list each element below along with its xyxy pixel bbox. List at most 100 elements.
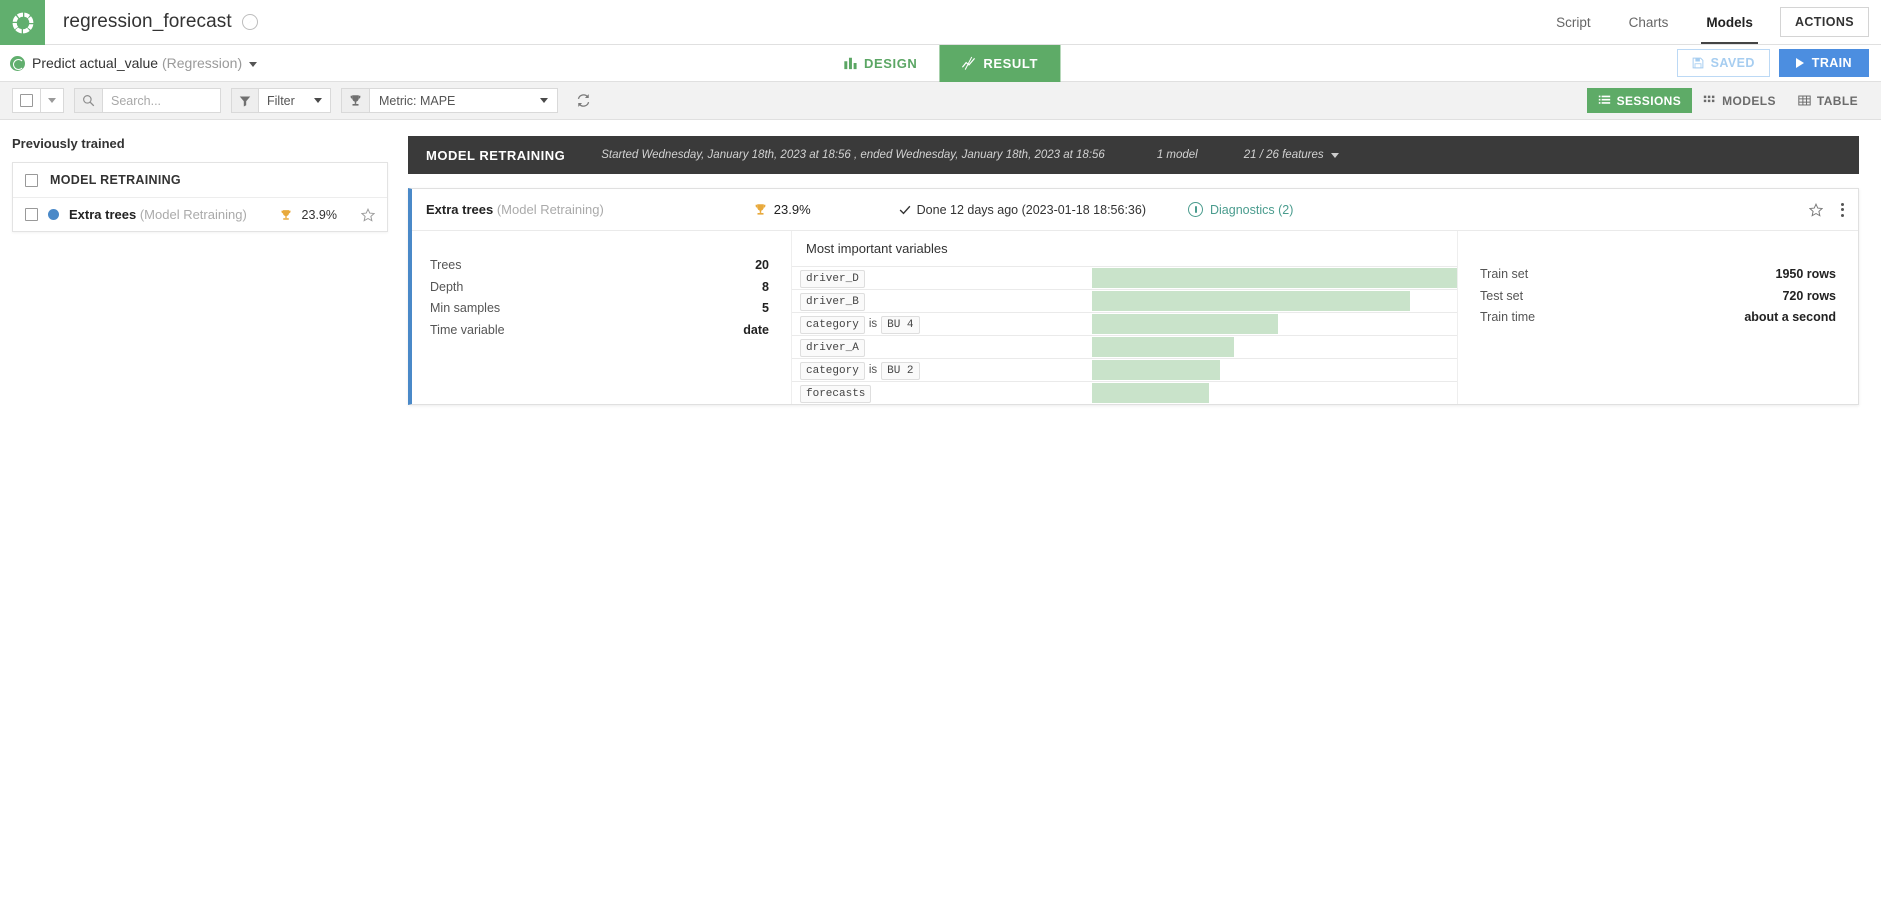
actions-button[interactable]: ACTIONS [1780, 7, 1869, 37]
view-models[interactable]: MODELS [1692, 88, 1787, 113]
session-banner-features-label: 21 / 26 features [1244, 149, 1324, 161]
param-value: 5 [762, 298, 769, 320]
list-item[interactable]: Extra trees (Model Retraining) 23.9% [13, 198, 387, 231]
operator-text: is [869, 364, 877, 376]
trophy-icon [349, 94, 362, 107]
view-sessions[interactable]: SESSIONS [1587, 88, 1693, 113]
prediction-task-icon [10, 56, 25, 71]
design-icon [843, 56, 857, 70]
filter-dropdown[interactable]: Filter [259, 88, 331, 113]
refresh-button[interactable] [576, 93, 591, 108]
importance-label: driver_A [792, 336, 1092, 359]
importance-row: driver_A [792, 336, 1457, 359]
importance-bar [1092, 337, 1234, 356]
importance-bar-cell [1092, 290, 1457, 313]
top-navigation: Script Charts Models ACTIONS [1537, 0, 1881, 44]
stat-row: Train set 1950 rows [1480, 264, 1836, 286]
model-card-name-text: Extra trees [426, 202, 493, 217]
funnel-icon [239, 95, 251, 107]
predict-type: (Regression) [162, 55, 242, 71]
tab-models[interactable]: Models [1687, 0, 1772, 44]
feature-chip: driver_D [800, 270, 865, 288]
predict-target: Predict actual_value [32, 55, 158, 71]
predict-selector[interactable]: Predict actual_value (Regression) [0, 55, 257, 71]
param-key: Trees [430, 255, 462, 277]
diagnostics-icon [1188, 202, 1203, 217]
session-header[interactable]: MODEL RETRAINING [13, 163, 387, 198]
stat-row: Test set 720 rows [1480, 286, 1836, 308]
view-table[interactable]: TABLE [1787, 88, 1869, 113]
tab-design[interactable]: DESIGN [821, 45, 939, 82]
stat-value: 1950 rows [1776, 264, 1836, 286]
feature-chip: category [800, 316, 865, 334]
model-card-session-text: (Model Retraining) [497, 202, 604, 217]
design-result-tabs: DESIGN RESULT [821, 45, 1060, 82]
view-sessions-label: SESSIONS [1617, 94, 1682, 108]
saved-button[interactable]: SAVED [1677, 49, 1770, 77]
chevron-down-icon [48, 98, 56, 103]
tab-result-label: RESULT [983, 56, 1038, 71]
search-group: Search... [74, 88, 221, 113]
importance-bar [1092, 314, 1278, 333]
diagnostics-label: Diagnostics (2) [1210, 203, 1293, 217]
model-card-body: Trees 20 Depth 8 Min samples 5 Time vari… [412, 231, 1858, 404]
importance-row: driver_D [792, 267, 1457, 290]
app-logo[interactable] [0, 0, 45, 45]
result-icon [961, 56, 976, 71]
model-color-dot [48, 209, 59, 220]
chevron-down-icon [249, 62, 257, 67]
tab-script-label: Script [1556, 15, 1591, 30]
main-content: Previously trained MODEL RETRAINING Extr… [0, 120, 1881, 903]
importance-row: categoryisBU 4 [792, 313, 1457, 336]
feature-chip: category [800, 362, 865, 380]
select-all-dropdown[interactable] [41, 88, 64, 113]
dataiku-logo-icon [10, 10, 36, 36]
model-checkbox-icon[interactable] [25, 208, 38, 221]
search-placeholder-text: Search... [111, 94, 161, 108]
search-input[interactable]: Search... [103, 88, 221, 113]
session-banner-title: MODEL RETRAINING [426, 148, 565, 163]
trophy-icon [280, 209, 292, 221]
train-button[interactable]: TRAIN [1779, 49, 1869, 77]
model-card-actions [1809, 203, 1844, 217]
feature-chip: BU 2 [881, 362, 919, 380]
tab-charts[interactable]: Charts [1610, 0, 1688, 44]
model-card-header: Extra trees (Model Retraining) 23.9% [412, 189, 1858, 231]
sidebar-heading: Previously trained [12, 136, 388, 151]
list-icon [1598, 94, 1611, 107]
filter-label: Filter [267, 94, 295, 108]
importance-bar [1092, 383, 1209, 402]
param-row: Time variable date [430, 320, 769, 342]
importance-bar [1092, 268, 1457, 287]
star-outline-icon[interactable] [1809, 203, 1823, 217]
metric-dropdown[interactable]: Metric: MAPE [370, 88, 558, 113]
select-all-checkbox[interactable] [12, 88, 41, 113]
diagnostics-link[interactable]: Diagnostics (2) [1188, 202, 1293, 217]
tab-design-label: DESIGN [864, 56, 917, 71]
session-banner-features[interactable]: 21 / 26 features [1244, 149, 1339, 161]
metric-label: Metric: MAPE [379, 94, 455, 108]
stat-row: Train time about a second [1480, 307, 1836, 329]
star-outline-icon[interactable] [361, 208, 375, 222]
session-title: MODEL RETRAINING [50, 173, 181, 187]
tab-result[interactable]: RESULT [939, 45, 1060, 82]
importance-label: categoryisBU 4 [792, 313, 1092, 336]
param-value: 8 [762, 277, 769, 299]
importance-bar-cell [1092, 313, 1457, 336]
model-card-score-text: 23.9% [774, 202, 811, 217]
tab-script[interactable]: Script [1537, 0, 1610, 44]
model-card-name[interactable]: Extra trees (Model Retraining) [426, 202, 604, 217]
session-checkbox-icon[interactable] [25, 174, 38, 187]
importance-bar-cell [1092, 267, 1457, 290]
importance-bar [1092, 291, 1410, 310]
kebab-menu-icon[interactable] [1841, 203, 1844, 217]
importance-label: category is BU 2 [792, 359, 1092, 382]
param-row: Trees 20 [430, 255, 769, 277]
operator-text: is [869, 318, 877, 330]
model-score: 23.9% [302, 208, 337, 222]
select-all-group [12, 88, 64, 113]
train-label: TRAIN [1812, 56, 1852, 70]
refresh-icon [576, 93, 591, 108]
compass-icon[interactable] [242, 14, 258, 30]
param-key: Time variable [430, 320, 505, 342]
